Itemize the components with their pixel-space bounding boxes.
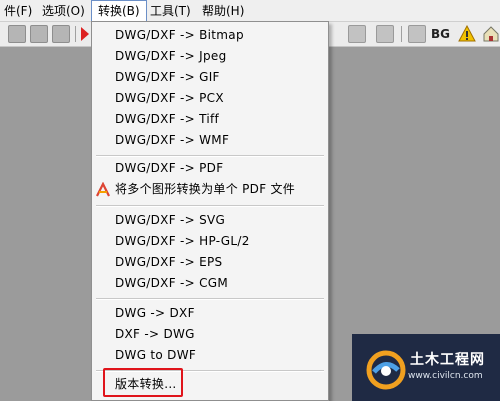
menu-item-pcx[interactable]: DWG/DXF -> PCX: [92, 88, 328, 109]
watermark-title: 土木工程网: [410, 352, 485, 368]
watermark-url: www.civilcn.com: [408, 371, 483, 381]
convert-dropdown-menu: DWG/DXF -> Bitmap DWG/DXF -> Jpeg DWG/DX…: [91, 21, 329, 401]
menu-item-dxf-to-dwg[interactable]: DXF -> DWG: [92, 324, 328, 345]
grid-icon[interactable]: [408, 25, 426, 43]
menu-item-tiff[interactable]: DWG/DXF -> Tiff: [92, 109, 328, 130]
tool-icon-a[interactable]: [348, 25, 366, 43]
menu-convert[interactable]: 转换(B): [91, 0, 147, 22]
menu-item-multi-pdf[interactable]: 将多个图形转换为单个 PDF 文件: [92, 179, 328, 200]
save-icon[interactable]: [8, 25, 26, 43]
export-icon[interactable]: [52, 25, 70, 43]
menu-item-pdf[interactable]: DWG/DXF -> PDF: [92, 158, 328, 179]
tool-icon-b[interactable]: [376, 25, 394, 43]
toolbar-separator: [75, 26, 76, 42]
toolbar-separator: [401, 26, 402, 42]
menu-item-cgm[interactable]: DWG/DXF -> CGM: [92, 273, 328, 294]
menu-bar: 件(F) 选项(O) 转换(B) 工具(T) 帮助(H): [0, 0, 500, 22]
menu-item-eps[interactable]: DWG/DXF -> EPS: [92, 252, 328, 273]
watermark: 土木工程网 www.civilcn.com: [364, 346, 498, 396]
menu-help[interactable]: 帮助(H): [196, 0, 250, 22]
highlight-box: [103, 368, 183, 397]
menu-item-hpgl[interactable]: DWG/DXF -> HP-GL/2: [92, 231, 328, 252]
menu-separator: [96, 205, 324, 207]
warning-icon[interactable]: [458, 24, 476, 43]
menu-item-gif[interactable]: DWG/DXF -> GIF: [92, 67, 328, 88]
menu-item-dwg-to-dwf[interactable]: DWG to DWF: [92, 345, 328, 366]
convert-icon[interactable]: [80, 25, 90, 43]
pdf-icon: [96, 182, 110, 197]
save-all-icon[interactable]: [30, 25, 48, 43]
menu-tools[interactable]: 工具(T): [144, 0, 197, 22]
menu-item-jpeg[interactable]: DWG/DXF -> Jpeg: [92, 46, 328, 67]
menu-separator: [96, 298, 324, 300]
menu-separator: [96, 155, 324, 157]
menu-item-wmf[interactable]: DWG/DXF -> WMF: [92, 130, 328, 151]
menu-item-multi-pdf-label: 将多个图形转换为单个 PDF 文件: [115, 182, 296, 196]
background-button[interactable]: BG: [431, 25, 450, 43]
menu-item-bitmap[interactable]: DWG/DXF -> Bitmap: [92, 25, 328, 46]
watermark-logo-icon: [366, 350, 406, 390]
menu-file[interactable]: 件(F): [0, 0, 38, 22]
menu-item-dwg-to-dxf[interactable]: DWG -> DXF: [92, 303, 328, 324]
menu-options[interactable]: 选项(O): [36, 0, 91, 22]
home-icon[interactable]: [482, 25, 500, 43]
menu-item-svg[interactable]: DWG/DXF -> SVG: [92, 210, 328, 231]
